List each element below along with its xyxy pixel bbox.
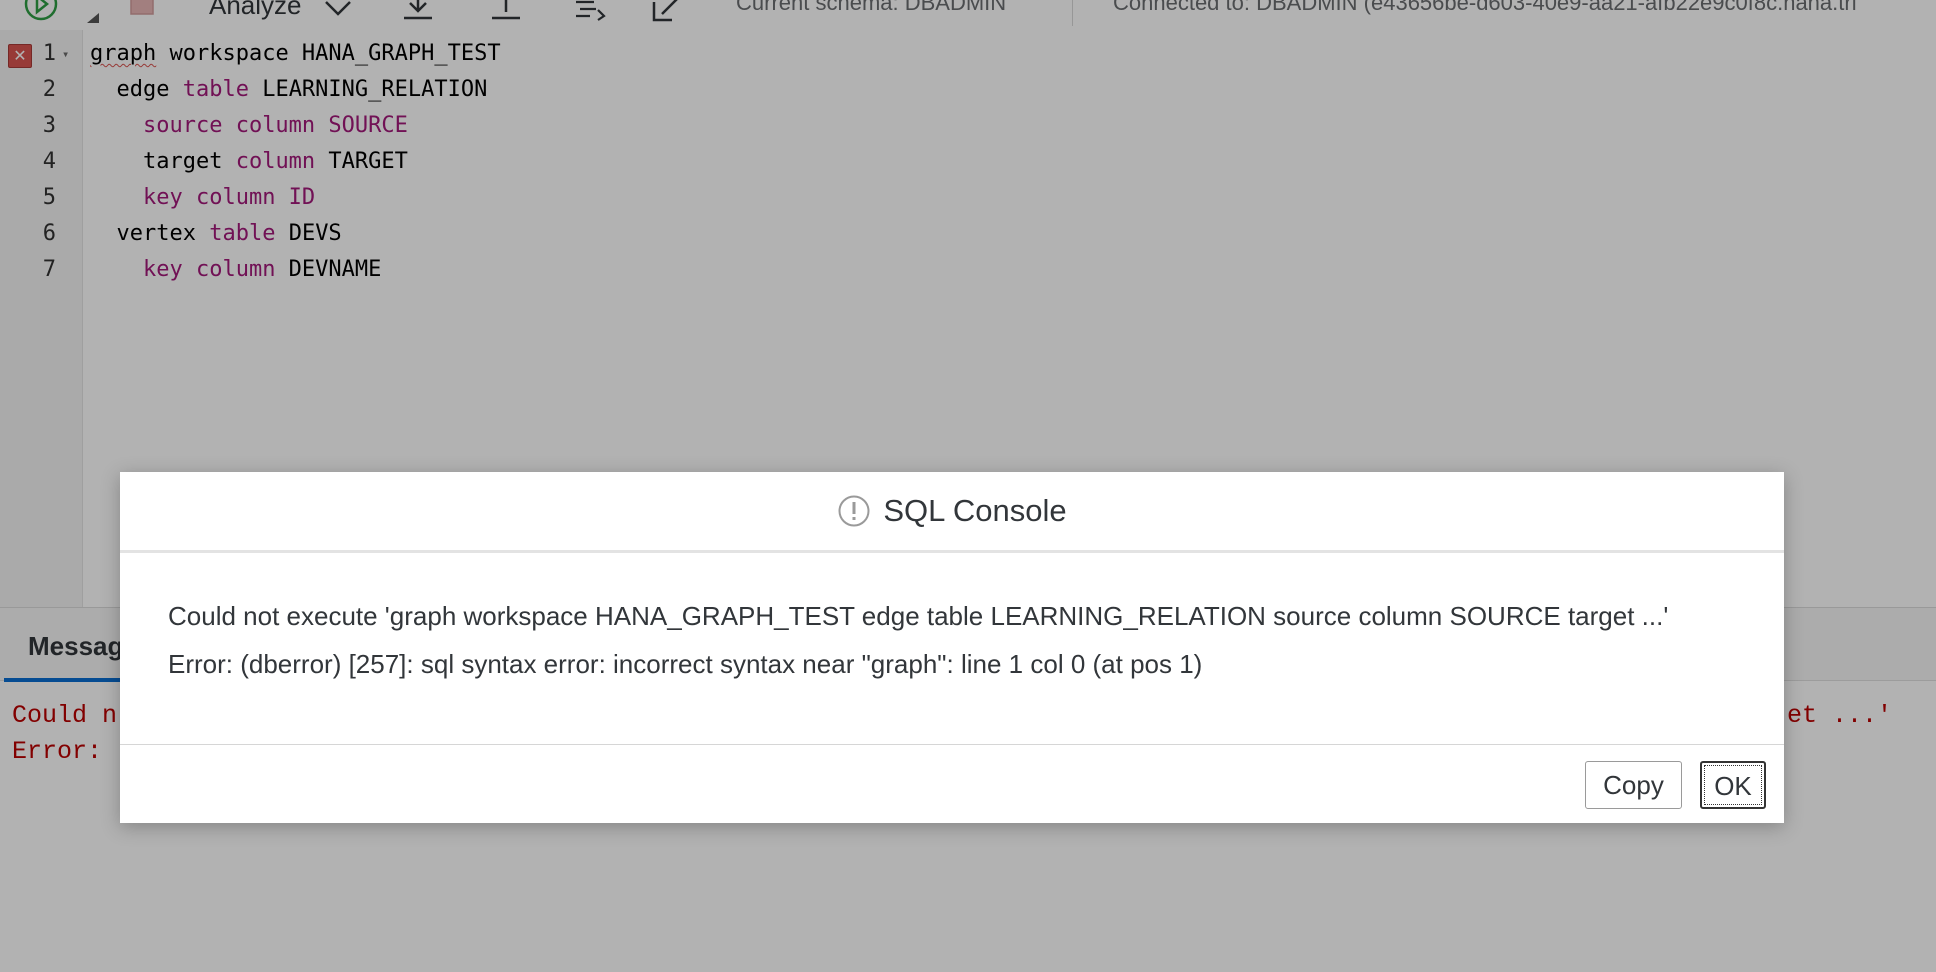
dialog-header: SQL Console — [120, 472, 1784, 553]
dialog-message-line-2: Error: (dberror) [257]: sql syntax error… — [168, 649, 1203, 679]
dialog-message-line-1: Could not execute 'graph workspace HANA_… — [168, 601, 1669, 631]
dialog-title: SQL Console — [883, 493, 1067, 528]
dialog-footer: Copy OK — [120, 744, 1784, 824]
ok-button[interactable]: OK — [1700, 761, 1766, 809]
sql-console-app: Analyze Current schema: DBADMIN Connecte… — [0, 0, 1936, 972]
error-dialog: SQL Console Could not execute 'graph wor… — [120, 472, 1784, 823]
warning-icon — [837, 494, 871, 528]
dialog-body: Could not execute 'graph workspace HANA_… — [168, 592, 1748, 688]
copy-button[interactable]: Copy — [1585, 761, 1682, 809]
